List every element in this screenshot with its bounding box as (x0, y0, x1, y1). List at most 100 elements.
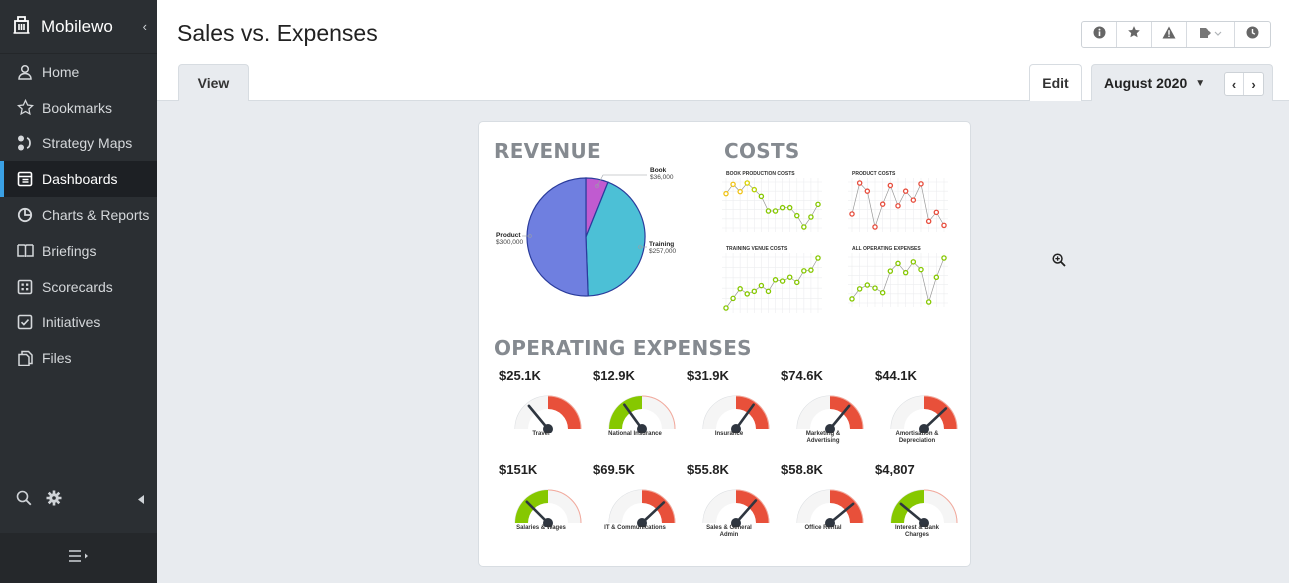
gauge-office-rental: $58.8K Office Rental (776, 462, 870, 552)
alert-button[interactable] (1152, 22, 1187, 47)
dashboard-icon (16, 170, 34, 188)
gauge-value: $44.1K (875, 368, 917, 383)
sidebar-item-bookmarks[interactable]: Bookmarks (0, 90, 157, 126)
sidebar-nav: Home Bookmarks Strategy Maps Dashboards … (0, 54, 157, 376)
spark-point (918, 181, 924, 187)
sidebar-item-label: Scorecards (42, 278, 113, 295)
gauge-value: $55.8K (687, 462, 729, 477)
zoom-in-icon[interactable] (1052, 253, 1066, 272)
spark-point (758, 193, 765, 200)
spark-point (815, 255, 821, 261)
spark-point (779, 278, 786, 284)
spark-point (751, 186, 758, 193)
spark-point (801, 268, 807, 274)
gauge-value: $12.9K (593, 368, 635, 383)
period-nav: ‹ › (1224, 72, 1264, 96)
tab-view[interactable]: View (178, 64, 249, 101)
next-period-button[interactable]: › (1244, 73, 1263, 95)
gear-icon[interactable] (46, 490, 62, 511)
gauge-label: National Insurance (608, 431, 662, 437)
operating-expenses-title: OPERATING EXPENSES (494, 336, 752, 360)
sidebar-item-charts-reports[interactable]: Charts & Reports (0, 197, 157, 233)
sidebar-item-home[interactable]: Home (0, 54, 157, 90)
period-selector[interactable]: August 2020 ▼ ‹ › (1091, 64, 1273, 101)
spark-title-all-operating: ALL OPERATING EXPENSES (852, 246, 921, 252)
star-icon (16, 99, 34, 117)
spark-point (856, 286, 863, 292)
export-icon (1199, 26, 1223, 44)
gauge-value: $151K (499, 462, 538, 477)
spark-title-training-venue: TRAINING VENUE COSTS (726, 246, 788, 252)
gauge-insurance: $31.9K Insurance (682, 368, 776, 458)
spark-point (737, 286, 743, 292)
spark-point (779, 204, 786, 211)
book-icon (16, 242, 34, 260)
pie-label-training: Training $257,000 (649, 241, 677, 255)
gauge-dial (702, 489, 770, 527)
gauge-value: $25.1K (499, 368, 541, 383)
export-button[interactable] (1187, 22, 1235, 47)
spark-point (933, 209, 940, 216)
sidebar-item-label: Briefings (42, 242, 97, 259)
pie-label-book: Book $36,000 (650, 167, 674, 181)
bookmark-button[interactable] (1117, 22, 1152, 47)
spark-title-product-costs: PRODUCT COSTS (852, 171, 896, 177)
collapse-chevron-icon[interactable]: ‹ (143, 19, 147, 34)
search-icon[interactable] (16, 490, 32, 511)
collapse-caret-icon[interactable] (138, 491, 144, 509)
spark-point (723, 190, 729, 197)
sidebar-item-label: Initiatives (42, 314, 101, 331)
gauge-label: Amortisation & Depreciation (895, 431, 939, 444)
page-header: Sales vs. Expenses View Edit August 2020… (157, 0, 1289, 101)
prev-period-button[interactable]: ‹ (1225, 73, 1244, 95)
spark-point (895, 260, 901, 267)
spark-point (941, 255, 947, 261)
gauge-value: $69.5K (593, 462, 635, 477)
scorecard-icon (16, 278, 34, 296)
sidebar-item-briefings[interactable]: Briefings (0, 233, 157, 269)
sidebar-tools (0, 483, 157, 517)
gauge-dial (796, 395, 864, 433)
gauge-band (548, 396, 581, 429)
pie-chart-icon (16, 206, 34, 224)
gauge-value: $58.8K (781, 462, 823, 477)
spark-point (786, 274, 793, 280)
edit-button[interactable]: Edit (1029, 64, 1082, 101)
spark-point (910, 197, 917, 203)
gauge-dial (608, 395, 676, 433)
gauge-dial (890, 395, 958, 433)
spark-point (801, 224, 807, 230)
info-button[interactable] (1082, 22, 1117, 47)
sidebar-item-label: Bookmarks (42, 99, 113, 116)
sidebar-item-strategy-maps[interactable]: Strategy Maps (0, 126, 157, 162)
costs-title: COSTS (724, 139, 800, 163)
menu-expand-icon[interactable] (68, 549, 90, 568)
period-label: August 2020 (1104, 75, 1188, 91)
history-button[interactable] (1235, 22, 1270, 47)
gauge-dial (514, 489, 582, 527)
clock-icon (1246, 26, 1259, 44)
spark-point (856, 180, 863, 186)
sidebar-item-dashboards[interactable]: Dashboards (0, 161, 157, 198)
gauge-marketing-advertising: $74.6K Marketing & Advertising (776, 368, 870, 458)
spark-point (910, 259, 917, 265)
sidebar-item-files[interactable]: Files (0, 340, 157, 376)
brand: Mobilewo ‹ (0, 0, 157, 54)
strategy-map-icon (16, 134, 34, 152)
spark-point (872, 224, 878, 230)
pie-slice-product (526, 177, 589, 297)
sidebar-item-label: Home (42, 63, 80, 80)
spark-point (758, 282, 765, 289)
sidebar-item-scorecards[interactable]: Scorecards (0, 269, 157, 305)
app-name: Mobilewo (41, 16, 113, 36)
gauge-label: Sales & General Admin (706, 525, 752, 538)
spark-point (765, 208, 772, 214)
spark-point (730, 181, 736, 188)
sparkline-book-production (722, 178, 822, 232)
spark-title-book-production: BOOK PRODUCTION COSTS (726, 171, 795, 177)
spark-point (872, 285, 878, 291)
spark-point (772, 208, 779, 214)
sidebar-item-initiatives[interactable]: Initiatives (0, 305, 157, 341)
spark-point (902, 188, 909, 194)
pie-label-product: Product $300,000 (496, 232, 524, 246)
